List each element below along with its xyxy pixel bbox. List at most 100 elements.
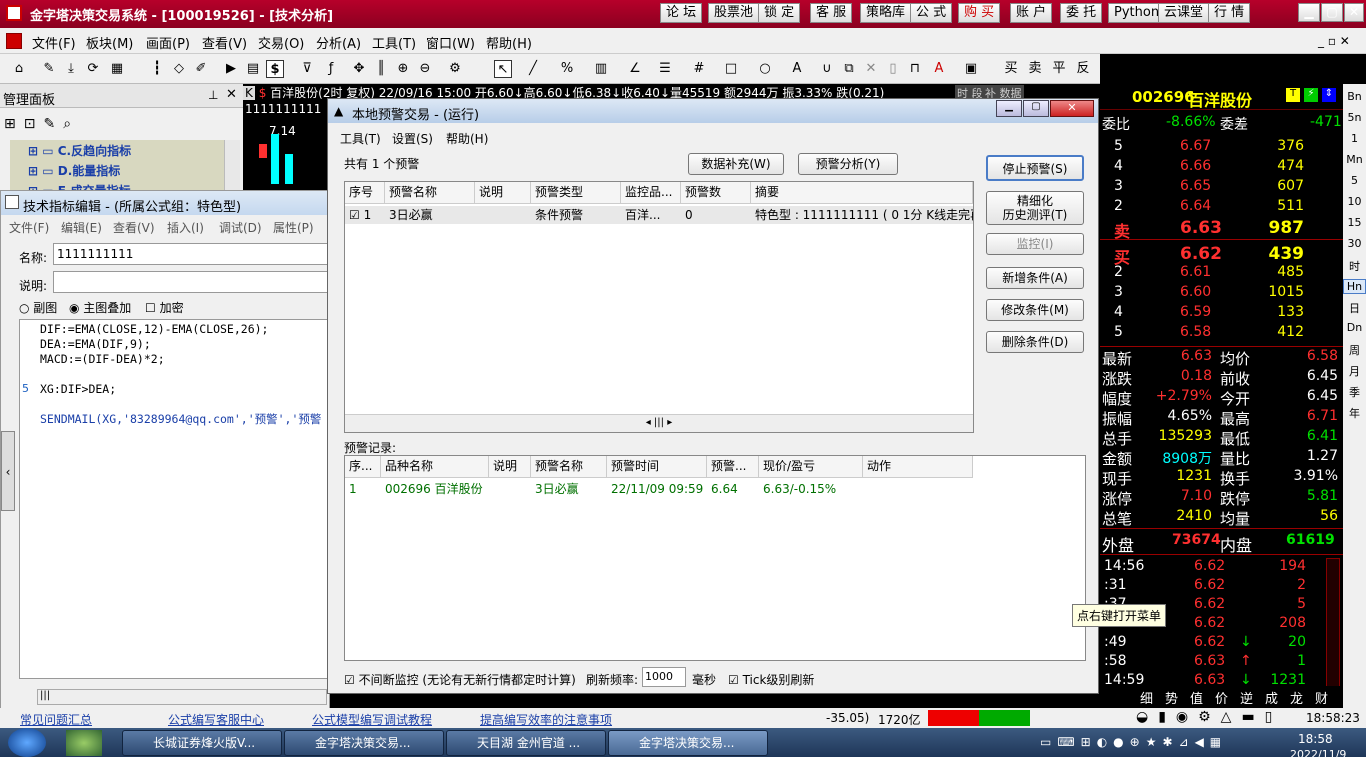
restore-icon[interactable]: ▢ [1321,3,1343,22]
grid-icon[interactable]: ▦ [108,60,126,78]
dialog-menu-item[interactable]: 帮助(H) [446,130,488,147]
minimize-icon[interactable]: ▁ [1298,3,1320,22]
start-icon[interactable] [8,728,46,757]
top-button[interactable]: 购 买 [958,3,1001,23]
column-header[interactable]: 摘要 [751,182,973,204]
trade-button[interactable]: 反 [1074,60,1092,78]
arrows-icon[interactable]: ⇕ [1322,88,1336,102]
column-header[interactable]: 预警名称 [385,182,475,204]
period-button[interactable]: Mn [1343,153,1366,166]
quote-tab[interactable]: 细 [1140,688,1153,707]
tree-item[interactable]: ⊞ ▭ C.反趋向指标 [28,142,131,159]
app-icon[interactable] [66,730,102,756]
delete-condition-button[interactable]: 删除条件(D) [986,331,1084,353]
ticks-scrollbar[interactable] [1326,558,1340,688]
top-button[interactable]: Python [1108,3,1166,23]
column-header[interactable]: 预警类型 [531,182,621,204]
download-icon[interactable]: ⤓ [62,60,80,78]
line-icon[interactable]: ╱ [524,60,542,78]
radio-overlay[interactable]: ◉ 主图叠加 [69,299,131,316]
cursor-icon[interactable]: ↖ [494,60,512,78]
home-icon[interactable]: ⌂ [10,60,28,78]
menu-item[interactable]: 画面(P) [146,33,190,52]
menu-item[interactable]: 文件(F) [32,33,76,52]
period-button[interactable]: 周 [1343,342,1366,358]
dialog-close-icon[interactable]: ✕ [1050,100,1094,117]
top-button[interactable]: 公 式 [910,3,953,23]
period-button[interactable]: 30 [1343,237,1366,250]
zoom-in-icon[interactable]: ⊕ [394,60,412,78]
ruler-icon[interactable]: ║ [372,60,390,78]
column-header[interactable]: 预警名称 [531,456,607,478]
dialog-menu-item[interactable]: 工具(T) [340,130,381,147]
editor-menu-item[interactable]: 查看(V) [113,219,155,236]
period-button[interactable]: Bn [1343,90,1366,103]
edit-icon[interactable]: ✐ [192,60,210,78]
delete-icon[interactable]: ✕ [862,60,880,78]
mdi-controls[interactable]: _ ▫ ✕ [1318,34,1350,48]
top-button[interactable]: 策略库 [860,3,912,23]
copy-icon[interactable]: ⧉ [840,60,858,78]
rect-icon[interactable]: □ [722,60,740,78]
hash-icon[interactable]: # [690,60,708,78]
percent-icon[interactable]: % [558,60,576,78]
tree-item[interactable]: ⊞ ▭ D.能量指标 [28,162,120,179]
quote-tab[interactable]: 价 [1215,688,1228,707]
status-icons[interactable]: ◒▮◉⚙△▬▯ [1136,709,1282,725]
editor-menu-item[interactable]: 编辑(E) [61,219,102,236]
column-header[interactable]: 监控品... [621,182,681,204]
period-button[interactable]: 年 [1343,405,1366,421]
menu-item[interactable]: 窗口(W) [426,33,475,52]
table-row[interactable]: 1 002696 百洋股份 3日必赢 22/11/09 09:59 6.64 6… [345,480,1085,498]
angle-icon[interactable]: ∠ [626,60,644,78]
column-header[interactable]: 现价/盈亏 [759,456,863,478]
column-header[interactable]: 序... [345,456,381,478]
tick-refresh-checkbox[interactable]: ☑ Tick级别刷新 [728,671,814,688]
quote-tab[interactable]: 势 [1165,688,1178,707]
name-input[interactable]: 1111111111 [53,243,329,265]
dialog-menu-item[interactable]: 设置(S) [392,130,433,147]
column-header[interactable]: 品种名称 [381,456,489,478]
column-header[interactable]: 说明 [489,456,531,478]
taskbar-item[interactable]: 天目湖 金州官道 ... [446,730,606,756]
period-button[interactable]: 1 [1343,132,1366,145]
quote-tab[interactable]: 值 [1190,688,1203,707]
top-button[interactable]: 客 服 [810,3,853,23]
menu-item[interactable]: 查看(V) [202,33,247,52]
period-button[interactable]: 季 [1343,384,1366,400]
taskbar-item[interactable]: 长城证券烽火版V... [122,730,282,756]
trade-button[interactable]: 买 [1002,60,1020,78]
period-button[interactable]: 15 [1343,216,1366,229]
play-icon[interactable]: ▶ [222,60,240,78]
save-icon[interactable]: ▣ [962,60,980,78]
quote-tab[interactable]: 财 [1315,688,1328,707]
lightning-icon[interactable]: ⚡ [1304,88,1318,102]
menu-item[interactable]: 工具(T) [372,33,416,52]
fib-icon[interactable]: ☰ [656,60,674,78]
period-button[interactable]: 月 [1343,363,1366,379]
formula-icon[interactable]: ƒ [322,60,340,78]
period-button[interactable]: Hn [1343,279,1366,294]
menu-item[interactable]: 分析(A) [316,33,361,52]
period-button[interactable]: 5n [1343,111,1366,124]
filter-icon[interactable]: ⊽ [298,60,316,78]
column-header[interactable]: 预警... [707,456,759,478]
refresh-input[interactable]: 1000 [642,667,686,687]
period-button[interactable]: 时 [1343,258,1366,274]
encrypt-checkbox[interactable]: ☐ 加密 [145,299,184,316]
trash-icon[interactable]: ▯ [884,60,902,78]
top-button[interactable]: 论 坛 [660,3,703,23]
continuous-monitor-checkbox[interactable]: ☑ 不间断监控 (无论有无新行情都定时计算) [344,671,576,688]
monitor-button[interactable]: 监控(I) [986,233,1084,255]
taskbar-item[interactable]: 金字塔决策交易... [284,730,444,756]
k-icon[interactable]: K [243,86,255,100]
help-link[interactable]: 公式模型编写调试教程 [312,711,432,728]
kline-chart[interactable]: 1111111111 7.14 [243,84,328,194]
kline-icon[interactable]: ┇ [148,60,166,78]
table-h-scrollbar[interactable]: ◂ ||| ▸ [345,414,973,432]
help-link[interactable]: 公式编写客服中心 [168,711,264,728]
top-button[interactable]: 委 托 [1060,3,1103,23]
refine-test-button[interactable]: 精细化 历史测评(T) [986,191,1084,225]
trade-button[interactable]: 平 [1050,60,1068,78]
quote-tab[interactable]: 龙 [1290,688,1303,707]
